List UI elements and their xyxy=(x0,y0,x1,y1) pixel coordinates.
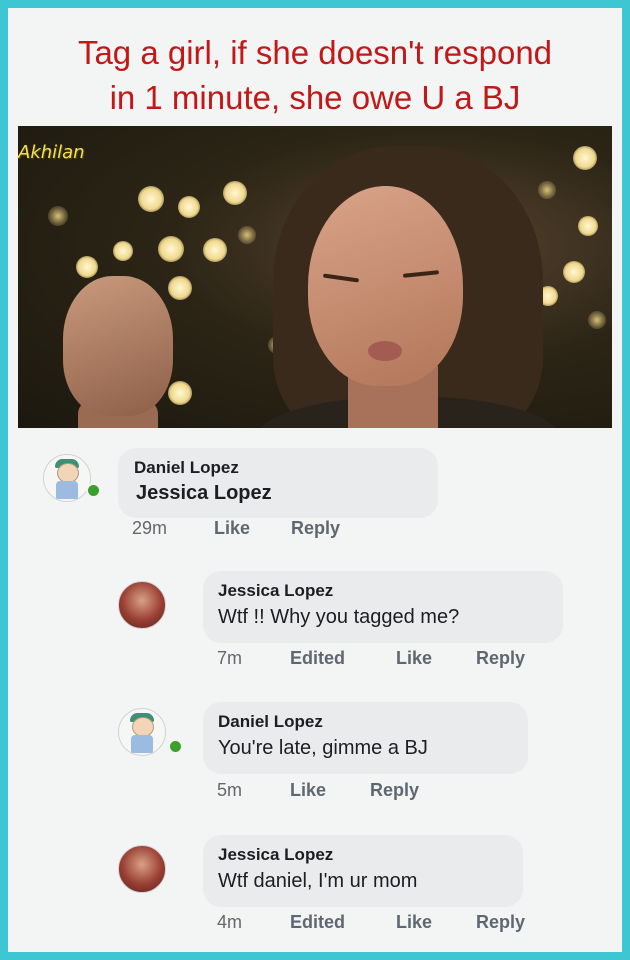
reply-button[interactable]: Reply xyxy=(476,912,525,933)
watermark: Akhilan xyxy=(18,142,85,163)
comment-time[interactable]: 7m xyxy=(217,648,242,669)
comment-text: Wtf !! Why you tagged me? xyxy=(218,606,460,628)
comment-time[interactable]: 5m xyxy=(217,780,242,801)
reply-button[interactable]: Reply xyxy=(476,648,525,669)
meme-caption: Tag a girl, if she doesn't respond in 1 … xyxy=(18,30,612,120)
reply-button[interactable]: Reply xyxy=(370,780,419,801)
comment-time[interactable]: 4m xyxy=(217,912,242,933)
edited-label: Edited xyxy=(290,648,346,668)
like-button[interactable]: Like xyxy=(290,780,326,801)
comment-text: You're late, gimme a BJ xyxy=(218,737,428,759)
edited-label: Edited xyxy=(290,912,346,932)
jessica-avatar[interactable] xyxy=(118,845,166,893)
online-status-dot xyxy=(86,483,101,498)
jessica-avatar[interactable] xyxy=(118,581,166,629)
meme-frame: Tag a girl, if she doesn't respond in 1 … xyxy=(8,8,622,952)
comment-author[interactable]: Jessica Lopez xyxy=(218,581,333,601)
daniel-avatar[interactable] xyxy=(43,454,91,502)
meme-photo xyxy=(18,126,612,428)
online-status-dot xyxy=(168,739,183,754)
caption-line-2: in 1 minute, she owe U a BJ xyxy=(109,79,521,116)
like-button[interactable]: Like xyxy=(214,518,250,539)
comment-time[interactable]: 29m xyxy=(132,518,167,539)
like-button[interactable]: Like xyxy=(396,912,432,933)
comment-text: Wtf daniel, I'm ur mom xyxy=(218,870,418,892)
daniel-avatar[interactable] xyxy=(118,708,166,756)
like-button[interactable]: Like xyxy=(396,648,432,669)
comment-author[interactable]: Daniel Lopez xyxy=(218,712,323,732)
reply-button[interactable]: Reply xyxy=(291,518,340,539)
caption-line-1: Tag a girl, if she doesn't respond xyxy=(77,34,553,71)
comment-author[interactable]: Daniel Lopez xyxy=(134,458,239,478)
comment-author[interactable]: Jessica Lopez xyxy=(218,845,333,865)
tagged-user-link[interactable]: Jessica Lopez xyxy=(136,482,272,505)
